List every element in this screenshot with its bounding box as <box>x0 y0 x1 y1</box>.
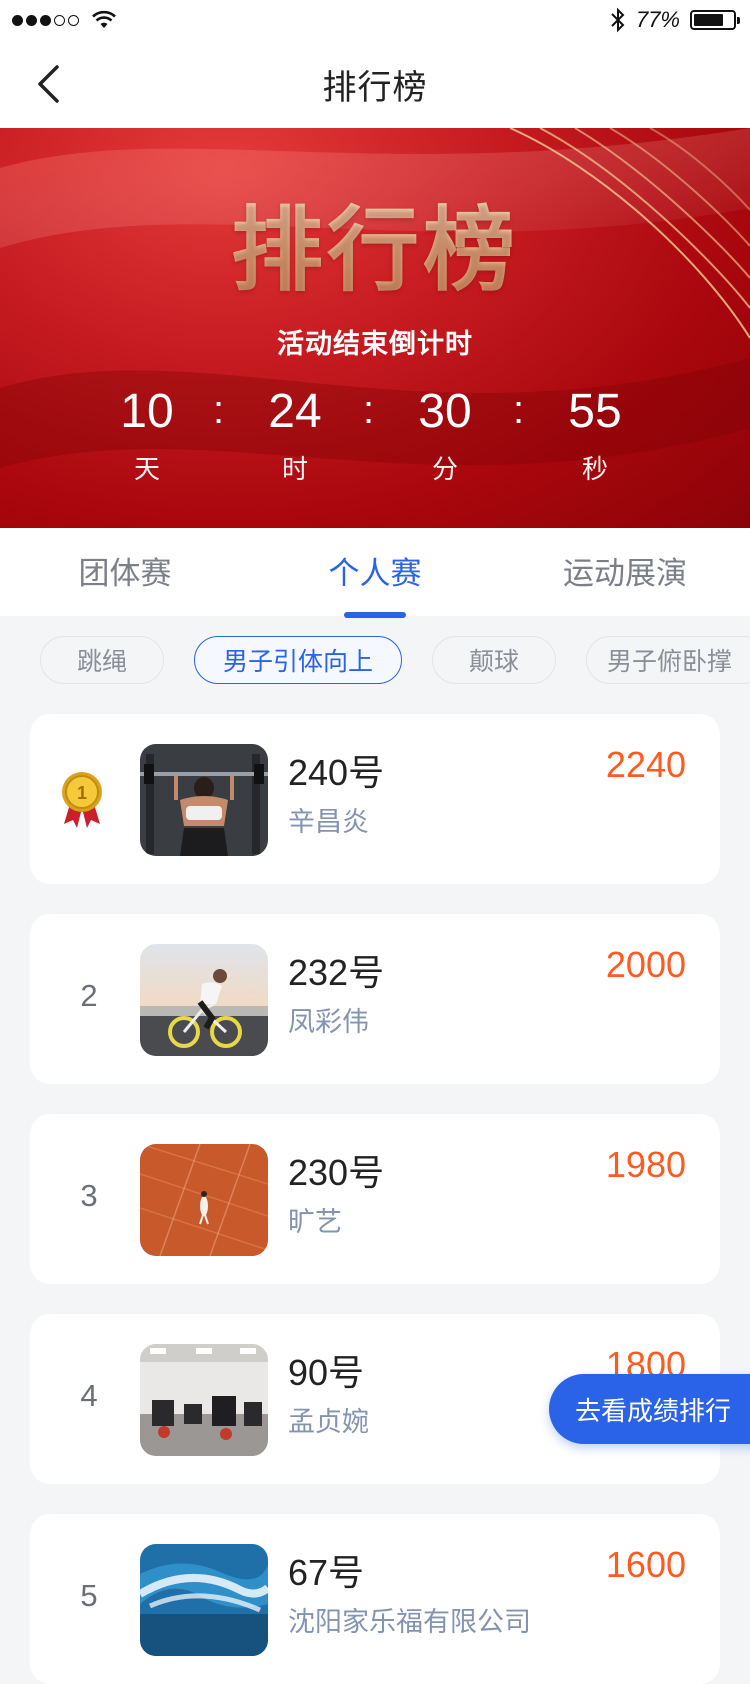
timer-minutes-value: 30 <box>418 385 472 438</box>
timer-separator: : <box>363 388 375 432</box>
rank-number: 3 <box>80 1178 98 1213</box>
participant-number: 232号 <box>288 952 385 993</box>
rank-number: 2 <box>80 978 98 1013</box>
tab-performance[interactable]: 运动展演 <box>500 548 750 593</box>
chip-jump-rope[interactable]: 跳绳 <box>40 636 164 684</box>
timer-seconds-unit: 秒 <box>581 454 608 484</box>
chevron-left-icon <box>38 65 59 103</box>
event-filter-chips: 跳绳 男子引体向上 颠球 男子俯卧撑 <box>0 616 750 706</box>
timer-separator: : <box>213 388 225 432</box>
timer-minutes-unit: 分 <box>431 454 458 484</box>
tennis-court-photo <box>140 1144 268 1256</box>
signal-strength-icon <box>12 11 116 29</box>
participant-number: 240号 <box>288 752 385 793</box>
gold-medal-icon: 1 <box>62 772 102 828</box>
participant-name: 凤彩伟 <box>288 1007 369 1037</box>
timer-hours-value: 24 <box>268 385 322 438</box>
countdown-label: 活动结束倒计时 <box>277 329 473 359</box>
banner-title: 排行榜 <box>0 176 750 309</box>
participant-name: 辛昌炎 <box>288 807 369 837</box>
participant-number: 90号 <box>288 1352 365 1393</box>
status-bar: 77% <box>0 0 750 40</box>
participant-number: 67号 <box>288 1552 365 1593</box>
view-score-ranking-button[interactable]: 去看成绩排行 <box>549 1374 750 1444</box>
ranking-card[interactable]: 3 230号 旷艺 1980 <box>30 1114 720 1284</box>
participant-number: 230号 <box>288 1152 385 1193</box>
chip-push-ups[interactable]: 男子俯卧撑 <box>586 636 750 684</box>
wifi-icon <box>92 11 116 28</box>
competition-tabs: 团体赛 个人赛 运动展演 <box>0 528 750 618</box>
timer-seconds-value: 55 <box>568 385 622 438</box>
battery-icon <box>690 10 740 30</box>
ranking-card[interactable]: 2 232号 凤彩伟 2000 <box>30 914 720 1084</box>
timer-days: 10 天 <box>92 384 202 486</box>
chip-pull-ups[interactable]: 男子引体向上 <box>194 636 402 684</box>
participant-score: 1980 <box>605 1144 686 1185</box>
participant-name: 旷艺 <box>288 1207 342 1237</box>
navigation-bar: 排行榜 <box>0 40 750 128</box>
chip-juggling[interactable]: 颠球 <box>432 636 556 684</box>
rank-number: 4 <box>80 1378 98 1413</box>
participant-name: 沈阳家乐福有限公司 <box>288 1607 531 1637</box>
rank-number: 5 <box>80 1578 98 1613</box>
timer-days-unit: 天 <box>133 454 160 484</box>
ranking-card[interactable]: 1 240号 辛昌炎 2240 <box>30 714 720 884</box>
participant-score: 1600 <box>605 1544 686 1585</box>
battery-percentage: 77% <box>635 7 680 32</box>
participant-name: 孟贞婉 <box>288 1407 369 1437</box>
participant-score: 2240 <box>605 744 686 785</box>
svg-text:1: 1 <box>77 783 87 803</box>
back-button[interactable] <box>24 60 72 108</box>
tab-individual[interactable]: 个人赛 <box>250 548 500 593</box>
countdown-banner: 排行榜 活动结束倒计时 10 天 : 24 时 : 30 分 : 55 秒 <box>0 128 750 528</box>
tab-team[interactable]: 团体赛 <box>0 548 250 593</box>
weightlifting-photo <box>140 744 268 856</box>
gym-photo <box>140 1344 268 1456</box>
timer-hours: 24 时 <box>240 384 350 486</box>
timer-minutes: 30 分 <box>390 384 500 486</box>
cycling-photo <box>140 944 268 1056</box>
participant-score: 2000 <box>605 944 686 985</box>
bluetooth-icon <box>611 7 625 33</box>
timer-days-value: 10 <box>120 385 174 438</box>
page-title: 排行榜 <box>322 68 428 107</box>
timer-hours-unit: 时 <box>281 454 308 484</box>
timer-seconds: 55 秒 <box>540 384 650 486</box>
countdown-timer: 10 天 : 24 时 : 30 分 : 55 秒 <box>0 384 750 504</box>
ranking-card[interactable]: 5 67号 沈阳家乐福有限公司 1600 <box>30 1514 720 1684</box>
surfing-photo <box>140 1544 268 1656</box>
timer-separator: : <box>513 388 525 432</box>
